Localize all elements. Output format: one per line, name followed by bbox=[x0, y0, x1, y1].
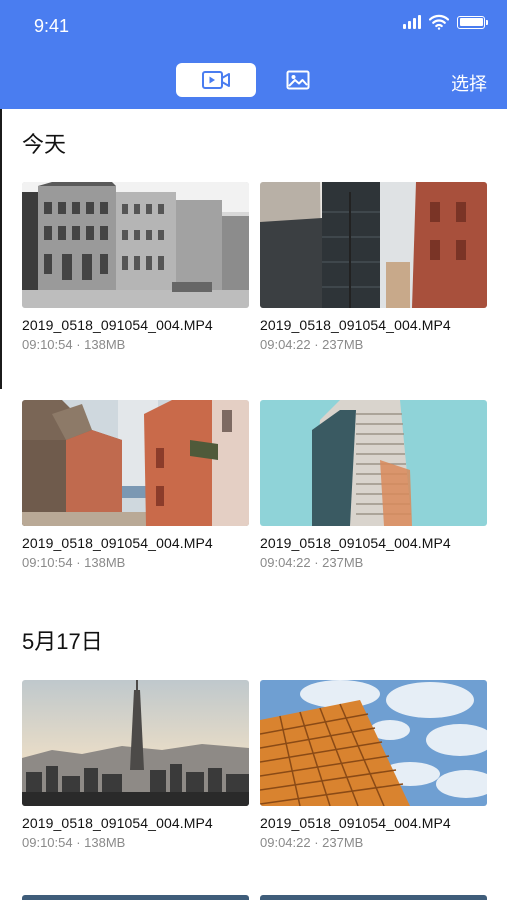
video-meta: 09:10:54 · 138MB bbox=[22, 337, 126, 352]
left-edge-divider bbox=[0, 109, 2, 389]
status-time: 9:41 bbox=[34, 16, 70, 36]
video-filename: 2019_0518_091054_004.MP4 bbox=[22, 535, 213, 551]
tab-images[interactable] bbox=[278, 63, 318, 97]
video-thumbnail[interactable] bbox=[22, 182, 249, 308]
section-title-may-17: 5月17日 bbox=[22, 629, 103, 654]
video-camera-icon bbox=[202, 71, 230, 89]
tab-videos[interactable] bbox=[176, 63, 256, 97]
select-button[interactable]: 选择 bbox=[451, 70, 487, 96]
video-card[interactable]: 2019_0518_091054_004.MP4 09:04:22 · 237M… bbox=[260, 182, 487, 352]
video-filename: 2019_0518_091054_004.MP4 bbox=[260, 815, 451, 831]
video-card[interactable]: 2019_0518_091054_004.MP4 09:04:22 · 237M… bbox=[260, 680, 487, 850]
video-thumbnail-partial[interactable] bbox=[22, 895, 249, 900]
status-icons bbox=[403, 13, 488, 31]
video-filename: 2019_0518_091054_004.MP4 bbox=[260, 535, 451, 551]
video-thumbnail[interactable] bbox=[22, 400, 249, 526]
video-filename: 2019_0518_091054_004.MP4 bbox=[22, 317, 213, 333]
video-meta: 09:04:22 · 237MB bbox=[260, 337, 364, 352]
video-card[interactable]: 2019_0518_091054_004.MP4 09:10:54 · 138M… bbox=[22, 400, 249, 570]
top-header: 9:41 选择 bbox=[0, 0, 507, 109]
video-thumbnail[interactable] bbox=[22, 680, 249, 806]
video-thumbnail[interactable] bbox=[260, 182, 487, 308]
video-meta: 09:10:54 · 138MB bbox=[22, 835, 126, 850]
video-card[interactable]: 2019_0518_091054_004.MP4 09:04:22 · 237M… bbox=[260, 400, 487, 570]
video-thumbnail-partial[interactable] bbox=[260, 895, 487, 900]
battery-icon bbox=[457, 15, 488, 29]
video-meta: 09:10:54 · 138MB bbox=[22, 555, 126, 570]
video-thumbnail[interactable] bbox=[260, 400, 487, 526]
signal-icon bbox=[403, 15, 421, 29]
image-icon bbox=[286, 70, 310, 90]
wifi-icon bbox=[429, 14, 449, 30]
video-thumbnail[interactable] bbox=[260, 680, 487, 806]
video-meta: 09:04:22 · 237MB bbox=[260, 555, 364, 570]
section-title-today: 今天 bbox=[22, 132, 67, 157]
video-card[interactable]: 2019_0518_091054_004.MP4 09:10:54 · 138M… bbox=[22, 680, 249, 850]
video-filename: 2019_0518_091054_004.MP4 bbox=[22, 815, 213, 831]
video-card[interactable]: 2019_0518_091054_004.MP4 09:10:54 · 138M… bbox=[22, 182, 249, 352]
video-meta: 09:04:22 · 237MB bbox=[260, 835, 364, 850]
video-filename: 2019_0518_091054_004.MP4 bbox=[260, 317, 451, 333]
